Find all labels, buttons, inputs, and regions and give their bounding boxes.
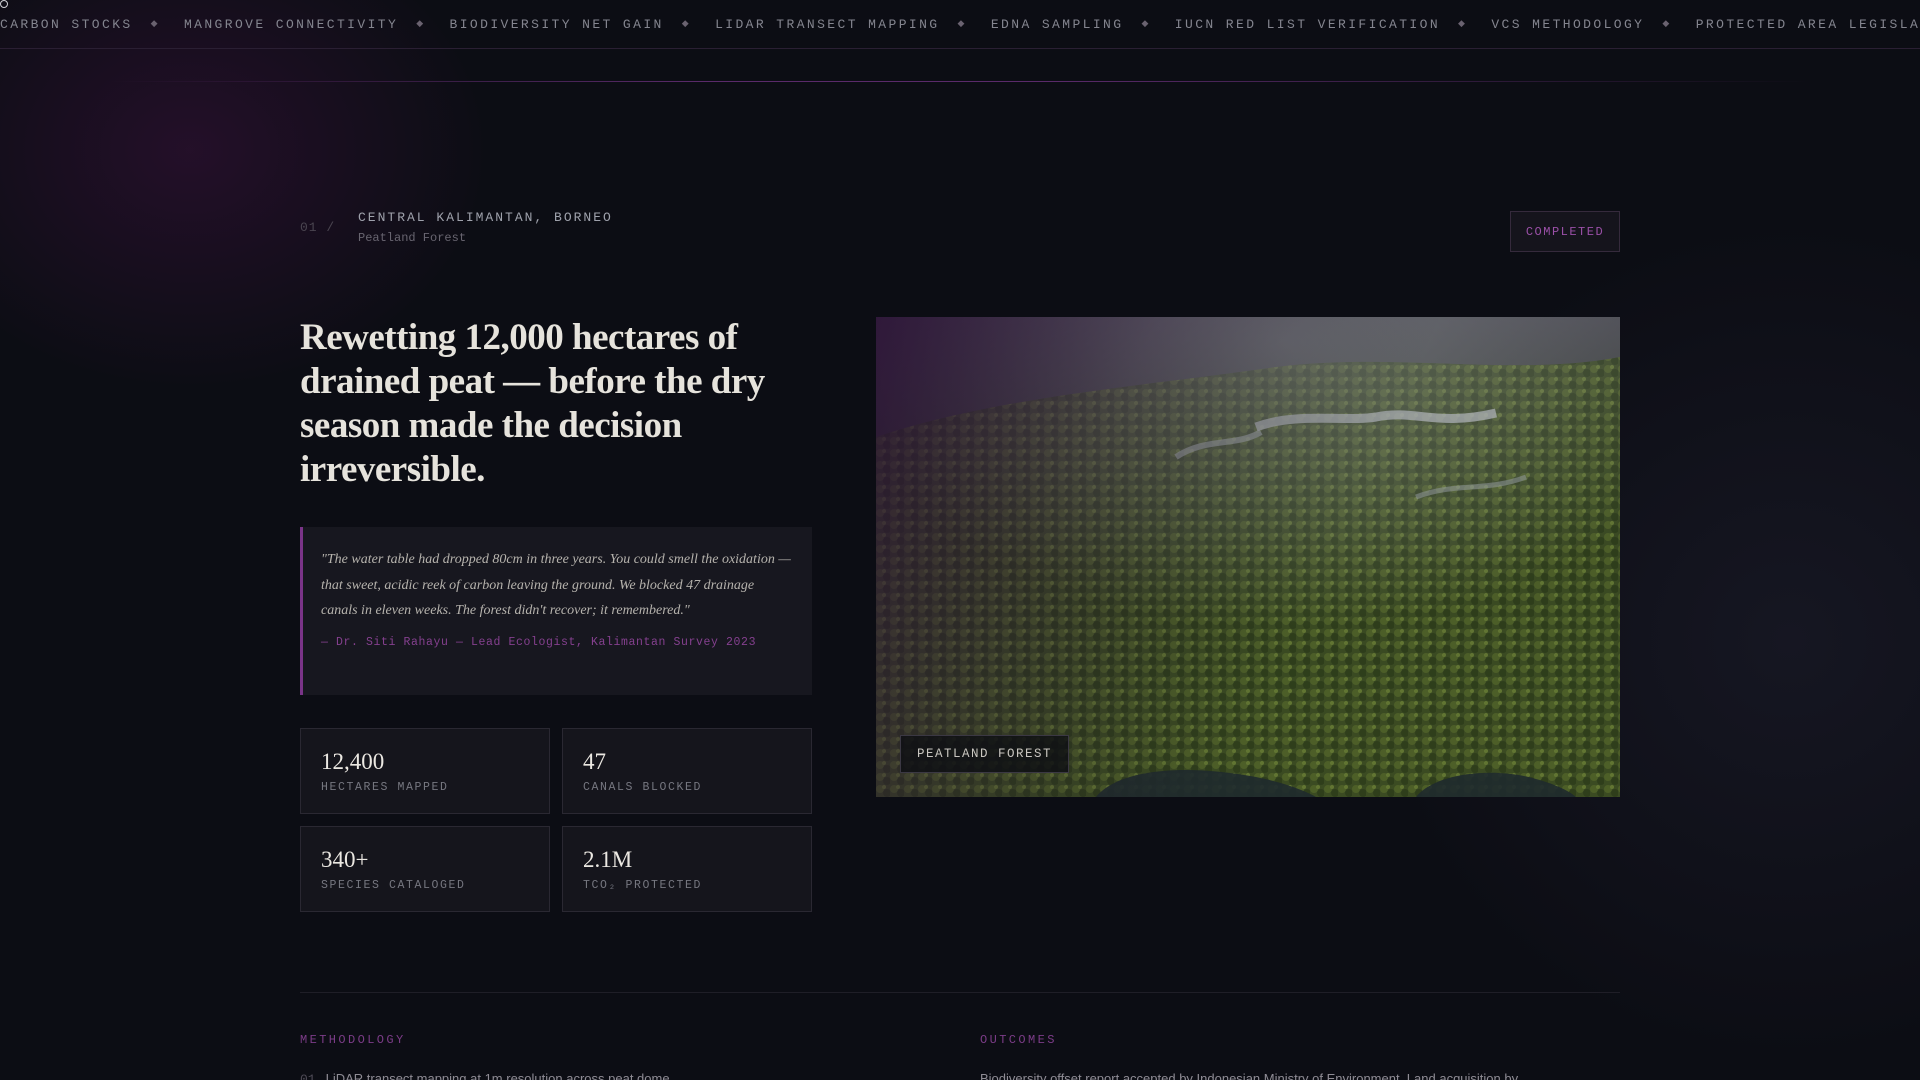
image-caption-tag: PEATLAND FOREST (900, 735, 1070, 773)
stat-value: 2.1M (583, 847, 633, 872)
ticker-item-label: EDNA SAMPLING (990, 16, 1124, 32)
ticker-item[interactable]: PROTECTED AREA LEGISLATION◆ (1696, 17, 1920, 32)
ticker-item-label: PROTECTED AREA LEGISLATION (1695, 16, 1920, 32)
diamond-icon: ◆ (1662, 19, 1672, 29)
project-location: CENTRAL KALIMANTAN, BORNEO (358, 210, 613, 225)
project-header: 01 / CENTRAL KALIMANTAN, BORNEO Peatland… (300, 210, 1620, 254)
methodology-item-text: LiDAR transect mapping at 1m resolution … (325, 1071, 670, 1080)
methodology-title: METHODOLOGY (300, 1033, 406, 1047)
ticker-item-label: LIDAR TRANSECT MAPPING (715, 16, 940, 32)
outcomes-title: OUTCOMES (980, 1033, 1057, 1047)
ticker-item[interactable]: LIDAR TRANSECT MAPPING ◆ (715, 17, 991, 32)
ticker-item[interactable]: BIODIVERSITY NET GAIN ◆ (450, 17, 716, 32)
section-divider (300, 992, 1620, 993)
ticker-item[interactable]: IUCN RED LIST VERIFICATION ◆ (1175, 17, 1492, 32)
ticker-item-label: IUCN RED LIST VERIFICATION (1174, 16, 1441, 32)
stat-label: SPECIES CATALOGED (321, 879, 466, 892)
quote-text: "The water table had dropped 80cm in thr… (321, 552, 791, 618)
ticker-item[interactable]: MANGROVE CONNECTIVITY ◆ (184, 17, 450, 32)
ticker-item-label: VCS METHODOLOGY (1491, 16, 1645, 32)
stat-card: 47 CANALS BLOCKED (562, 728, 812, 814)
ticker-item-label: MANGROVE CONNECTIVITY (183, 16, 399, 32)
methodology-item-number: 01 (300, 1072, 316, 1080)
stat-card: 2.1M TCO₂ PROTECTED (562, 826, 812, 912)
outcomes-text: Biodiversity offset report accepted by I… (980, 1071, 1519, 1080)
stat-value: 340+ (321, 847, 369, 872)
stat-label: CANALS BLOCKED (583, 781, 703, 794)
stat-value: 12,400 (321, 749, 385, 774)
diamond-icon: ◆ (150, 19, 160, 29)
ticker-item-label: BIODIVERSITY NET GAIN (449, 16, 664, 32)
ticker-item[interactable]: EDNA SAMPLING ◆ (991, 17, 1175, 32)
diamond-icon: ◆ (1458, 19, 1468, 29)
diamond-icon: ◆ (1141, 19, 1151, 29)
diamond-icon: ◆ (957, 19, 967, 29)
status-badge: COMPLETED (1510, 211, 1620, 252)
quote-citation: — Dr. Siti Rahayu — Lead Ecologist, Kali… (321, 635, 757, 649)
diamond-icon: ◆ (681, 19, 692, 29)
project-index: 01 / (300, 220, 336, 235)
project-photo: PEATLAND FOREST (876, 317, 1620, 797)
stat-card: 340+ SPECIES CATALOGED (300, 826, 550, 912)
ticker-item[interactable]: CARBON STOCKS ◆ (0, 17, 184, 32)
stat-card: 12,400 HECTARES MAPPED (300, 728, 550, 814)
topic-ticker: CARBON STOCKS ◆ MANGROVE CONNECTIVITY ◆ BI… (0, 0, 1920, 49)
methodology-item: 01 LiDAR transect mapping at 1m resolutio… (300, 1071, 670, 1080)
stat-label: HECTARES MAPPED (321, 781, 449, 794)
stat-label: TCO₂ PROTECTED (583, 879, 703, 892)
diamond-icon: ◆ (416, 19, 426, 29)
project-habitat: Peatland Forest (358, 231, 467, 245)
project-headline: Rewetting 12,000 hectares of drained pea… (300, 317, 765, 490)
stat-value: 47 (583, 749, 606, 774)
ticker-item[interactable]: VCS METHODOLOGY ◆ (1491, 17, 1695, 32)
stats-grid: 12,400 HECTARES MAPPED 47 CANALS BLOCKED… (300, 728, 812, 912)
testimonial-quote: "The water table had dropped 80cm in thr… (300, 527, 812, 695)
aerial-forest-image (876, 317, 1620, 797)
header-divider (110, 81, 1810, 82)
ticker-item-label: CARBON STOCKS (0, 16, 133, 32)
